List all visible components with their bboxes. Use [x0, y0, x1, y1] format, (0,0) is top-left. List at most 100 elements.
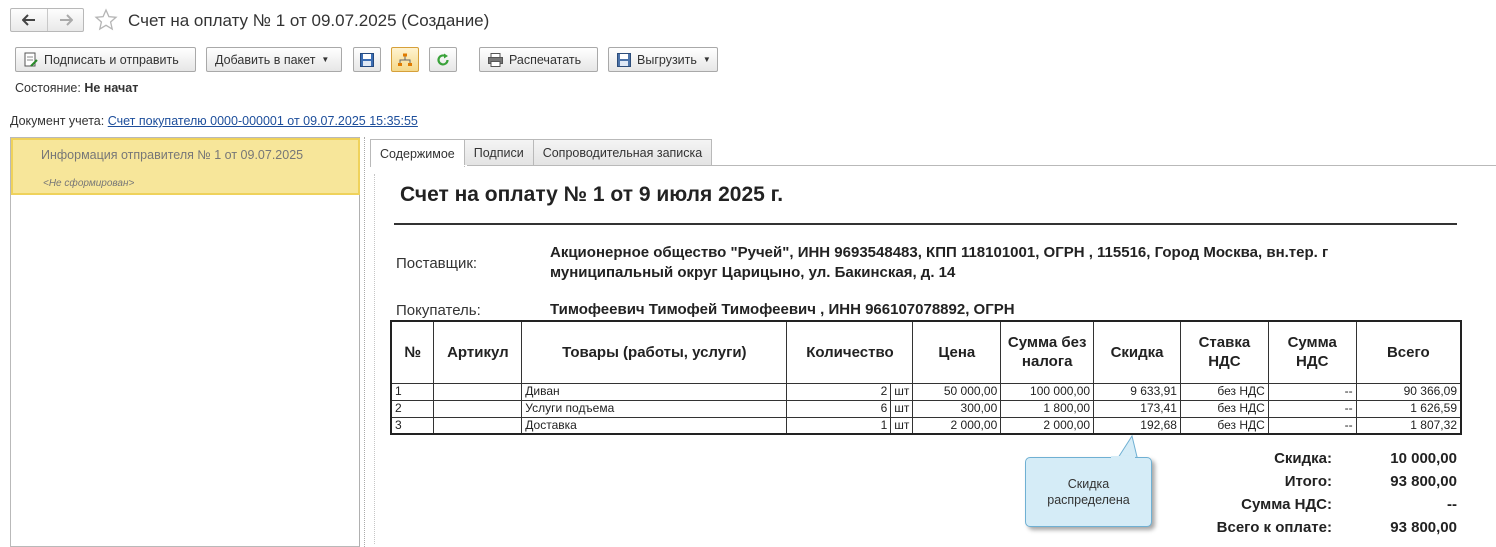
total-discount-label: Скидка: — [1274, 450, 1332, 467]
cell-total: 1 626,59 — [1355, 399, 1462, 418]
sign-send-button[interactable]: Подписать и отправить — [15, 47, 196, 72]
callout-pointer-join — [1111, 456, 1135, 459]
col-header-vat-rate: Ставка НДС — [1179, 320, 1269, 384]
col-header-price: Цена — [912, 320, 1002, 384]
supplier-label: Поставщик: — [396, 255, 478, 272]
save-button[interactable] — [353, 47, 381, 72]
sign-send-label: Подписать и отправить — [44, 52, 179, 67]
cell-vat-rate: без НДС — [1179, 416, 1269, 435]
chevron-down-icon: ▼ — [321, 55, 330, 64]
col-header-number: № — [390, 320, 435, 384]
printer-icon — [488, 52, 503, 67]
list-item-sender-info[interactable]: Информация отправителя № 1 от 09.07.2025… — [11, 138, 360, 195]
supplier-value: Акционерное общество "Ручей", ИНН 969354… — [550, 244, 1329, 281]
total-subtotal-label: Итого: — [1284, 473, 1332, 490]
total-payable-label: Всего к оплате: — [1216, 519, 1332, 536]
refresh-button[interactable] — [429, 47, 457, 72]
cell-unit: шт — [890, 399, 914, 418]
panel-splitter[interactable] — [364, 137, 365, 547]
cell-goods: Услуги подъема — [521, 399, 788, 418]
cell-unit: шт — [890, 416, 914, 435]
title-rule — [394, 223, 1457, 225]
list-item-title: Информация отправителя № 1 от 09.07.2025 — [41, 148, 304, 162]
cell-price: 2 000,00 — [912, 416, 1002, 435]
cell-goods: Диван — [521, 382, 788, 401]
accounting-doc-label: Документ учета: — [10, 114, 105, 128]
cell-vat-rate: без НДС — [1179, 399, 1269, 418]
col-header-article: Артикул — [433, 320, 523, 384]
tab-divider — [370, 165, 1496, 166]
discount-callout: Скидка распределена — [1025, 457, 1152, 527]
cell-number: 2 — [390, 399, 435, 418]
export-disk-icon — [617, 52, 631, 67]
cell-vat-sum: -- — [1267, 416, 1357, 435]
cell-vat-rate: без НДС — [1179, 382, 1269, 401]
buyer-value: Тимофеевич Тимофей Тимофеевич , ИНН 9661… — [550, 301, 1015, 318]
total-discount-value: 10 000,00 — [1390, 450, 1457, 467]
document-title: Счет на оплату № 1 от 9 июля 2025 г. — [400, 183, 784, 206]
window-title: Счет на оплату № 1 от 09.07.2025 (Создан… — [128, 11, 490, 30]
export-button[interactable]: Выгрузить ▼ — [608, 47, 718, 72]
cell-sum-no-tax: 2 000,00 — [1000, 416, 1095, 435]
arrow-right-icon — [59, 14, 73, 26]
table-row: 1 Диван 2 шт 50 000,00 100 000,00 9 633,… — [390, 382, 1462, 401]
back-button[interactable] — [11, 9, 47, 31]
arrow-left-icon — [22, 14, 35, 26]
total-subtotal-value: 93 800,00 — [1390, 473, 1457, 490]
buyer-label: Покупатель: — [396, 302, 481, 319]
cell-unit: шт — [890, 382, 914, 401]
col-header-discount: Скидка — [1093, 320, 1181, 384]
cell-total: 1 807,32 — [1355, 416, 1462, 435]
total-vat-value: -- — [1447, 496, 1457, 513]
cell-article — [433, 416, 523, 435]
cell-quantity: 6 — [786, 399, 892, 418]
cell-discount: 9 633,91 — [1093, 382, 1181, 401]
cell-vat-sum: -- — [1267, 399, 1357, 418]
cell-number: 3 — [390, 416, 435, 435]
cell-number: 1 — [390, 382, 435, 401]
tab-content[interactable]: Содержимое — [370, 139, 465, 167]
favorite-star-icon[interactable] — [94, 8, 118, 35]
forward-button[interactable] — [47, 9, 83, 31]
items-table: № Артикул Товары (работы, услуги) Количе… — [390, 320, 1462, 435]
cell-discount: 173,41 — [1093, 399, 1181, 418]
accounting-doc-row: Документ учета: Счет покупателю 0000-000… — [10, 114, 418, 128]
tab-cover-note[interactable]: Сопроводительная записка — [532, 139, 713, 166]
export-label: Выгрузить — [637, 52, 697, 67]
status-value: Не начат — [84, 81, 139, 95]
chevron-down-icon: ▼ — [702, 55, 711, 64]
table-header-row: № Артикул Товары (работы, услуги) Количе… — [390, 320, 1462, 384]
cell-vat-sum: -- — [1267, 382, 1357, 401]
tab-bar: Содержимое Подписи Сопроводительная запи… — [370, 139, 713, 167]
refresh-icon — [437, 53, 449, 66]
total-payable-value: 93 800,00 — [1390, 519, 1457, 536]
tab-signatures[interactable]: Подписи — [463, 139, 534, 166]
sign-document-icon — [24, 52, 38, 68]
tab-active-gap — [371, 165, 467, 166]
cell-total: 90 366,09 — [1355, 382, 1462, 401]
status-label: Состояние: — [15, 81, 81, 95]
print-button[interactable]: Распечатать — [479, 47, 598, 72]
list-item-status: <Не сформирован> — [43, 178, 135, 189]
structure-button[interactable] — [391, 47, 419, 72]
col-header-total: Всего — [1355, 320, 1462, 384]
cell-price: 300,00 — [912, 399, 1002, 418]
cell-discount: 192,68 — [1093, 416, 1181, 435]
history-nav — [10, 8, 84, 32]
col-header-quantity: Количество — [786, 320, 914, 384]
add-package-label: Добавить в пакет — [215, 52, 316, 67]
add-package-button[interactable]: Добавить в пакет ▼ — [206, 47, 342, 72]
cell-article — [433, 382, 523, 401]
cell-price: 50 000,00 — [912, 382, 1002, 401]
col-header-vat-sum: Сумма НДС — [1267, 320, 1357, 384]
table-row: 3 Доставка 1 шт 2 000,00 2 000,00 192,68… — [390, 416, 1462, 435]
status-row: Состояние: Не начат — [15, 81, 138, 95]
save-disk-icon — [360, 52, 374, 67]
col-header-sum-no-tax: Сумма без налога — [1000, 320, 1095, 384]
cell-quantity: 1 — [786, 416, 892, 435]
accounting-doc-link[interactable]: Счет покупателю 0000-000001 от 09.07.202… — [108, 114, 418, 128]
print-label: Распечатать — [509, 52, 582, 67]
total-vat-label: Сумма НДС: — [1241, 496, 1332, 513]
col-header-goods: Товары (работы, услуги) — [521, 320, 788, 384]
documents-list: Информация отправителя № 1 от 09.07.2025… — [10, 137, 360, 547]
